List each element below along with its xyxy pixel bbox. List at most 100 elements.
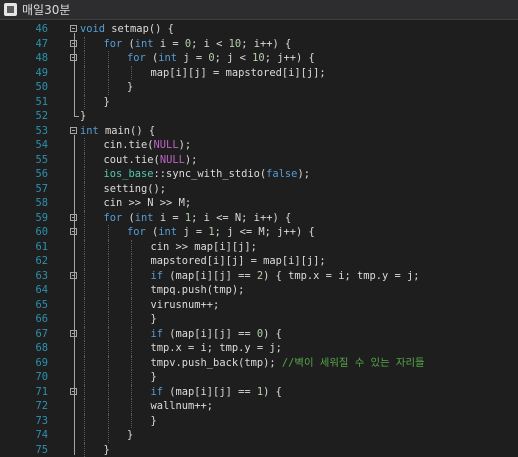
code-text: cout.tie(NULL); [104,153,198,168]
line-number: 53 [18,124,48,139]
code-token: } [151,313,157,325]
code-line[interactable]: 71if (map[i][j] == 1) { [0,385,518,400]
indent-guide [131,370,132,385]
code-line[interactable]: 55cout.tie(NULL); [0,153,518,168]
line-number: 73 [18,414,48,429]
kw-token: int [135,212,154,224]
window-title: 매일30분 [22,0,70,20]
code-line[interactable]: 58cin >> N >> M; [0,196,518,211]
indent-guide [108,51,109,66]
code-text: wallnum++; [151,399,214,414]
indent-guide [84,225,85,240]
indent-guide [131,298,132,313]
code-token: ) { [263,328,282,340]
code-token: virusnum++; [151,299,220,311]
title-bar: 매일30분 [0,0,518,20]
line-number: 49 [18,66,48,81]
code-line[interactable]: 59for (int i = 1; i <= N; i++) { [0,211,518,226]
line-number: 46 [18,22,48,37]
code-line[interactable]: 50} [0,80,518,95]
indent-guide [84,153,85,168]
code-line[interactable]: 48for (int j = 0; j < 10; j++) { [0,51,518,66]
code-token: ( [122,212,135,224]
indent-guide [84,312,85,327]
indent-guide [84,385,85,400]
line-number: 74 [18,428,48,443]
code-line[interactable]: 68tmp.x = i; tmp.y = j; [0,341,518,356]
kw-token: false [266,168,297,180]
code-token: cin >> N >> M; [104,197,192,209]
code-line[interactable]: 73} [0,414,518,429]
code-token: map[i][j] = mapstored[i][j]; [151,67,326,79]
outline-bar [74,33,75,116]
code-line[interactable]: 49 map[i][j] = mapstored[i][j]; [0,66,518,81]
kw-token: if [151,386,164,398]
code-token: ) { [263,386,282,398]
code-token: tmp.x = i; tmp.y = j; [151,342,282,354]
code-line[interactable]: 60for (int j = 1; j <= M; j++) { [0,225,518,240]
kw-token: int [80,125,99,137]
indent-guide [108,283,109,298]
kw-token: int [158,226,177,238]
indent-guide [108,356,109,371]
code-text: } [127,80,133,95]
indent-guide [108,370,109,385]
code-line[interactable]: 62mapstored[i][j] = map[i][j]; [0,254,518,269]
code-editor[interactable]: 46void setmap() {47for (int i = 0; i < 1… [0,20,518,455]
code-line[interactable]: 63if (map[i][j] == 2) { tmp.x = i; tmp.y… [0,269,518,284]
indent-guide [84,283,85,298]
code-line[interactable]: 72wallnum++; [0,399,518,414]
code-token: ; j < [215,52,253,64]
code-token: } [104,444,110,456]
code-text: tmpq.push(tmp); [151,283,245,298]
indent-guide [131,385,132,400]
code-line[interactable]: 57setting(); [0,182,518,197]
code-line[interactable]: 70} [0,370,518,385]
code-token: main() { [99,125,155,137]
code-line[interactable]: 53 int main() { [0,124,518,139]
kw-token: if [151,328,164,340]
collapse-icon[interactable] [70,127,77,134]
indent-guide [131,66,132,81]
line-number: 61 [18,240,48,255]
indent-guide [84,37,85,52]
line-number: 59 [18,211,48,226]
code-token: j = [177,52,208,64]
indent-guide [84,341,85,356]
indent-guide [108,240,109,255]
code-token: ); [297,168,310,180]
code-line[interactable]: 51} [0,95,518,110]
indent-guide [84,80,85,95]
code-line[interactable]: 64tmpq.push(tmp); [0,283,518,298]
indent-guide [84,269,85,284]
indent-guide [131,254,132,269]
code-text: tmp.x = i; tmp.y = j; [151,341,282,356]
code-text: } [151,414,157,429]
code-line[interactable]: 67if (map[i][j] == 0) { [0,327,518,342]
code-text: map[i][j] = mapstored[i][j]; [151,66,326,81]
collapse-icon[interactable] [70,25,77,32]
code-token: ; i <= N; i++) { [191,212,291,224]
code-token: ); [185,154,198,166]
code-token: cin >> map[i][j]; [151,241,257,253]
code-line[interactable]: 74} [0,428,518,443]
code-line[interactable]: 66} [0,312,518,327]
code-text: } [80,109,86,124]
code-line[interactable]: 56ios_base::sync_with_stdio(false); [0,167,518,182]
code-token: j = [177,226,208,238]
code-line[interactable]: 65virusnum++; [0,298,518,313]
kw-token: int [158,52,177,64]
code-line[interactable]: 46void setmap() { [0,22,518,37]
indent-guide [131,356,132,371]
code-line[interactable]: 69tmpv.push_back(tmp); //벽이 세워질 수 있는 자리들 [0,356,518,371]
code-line[interactable]: 54cin.tie(NULL); [0,138,518,153]
indent-guide [84,66,85,81]
indent-guide [84,254,85,269]
code-line[interactable]: 47for (int i = 0; i < 10; i++) { [0,37,518,52]
code-token: setmap() { [105,23,174,35]
line-number: 48 [18,51,48,66]
code-line[interactable]: 61 cin >> map[i][j]; [0,240,518,255]
code-text: if (map[i][j] == 0) { [151,327,282,342]
line-number: 70 [18,370,48,385]
editor-window: 매일30분 46void setmap() {47for (int i = 0;… [0,0,518,455]
